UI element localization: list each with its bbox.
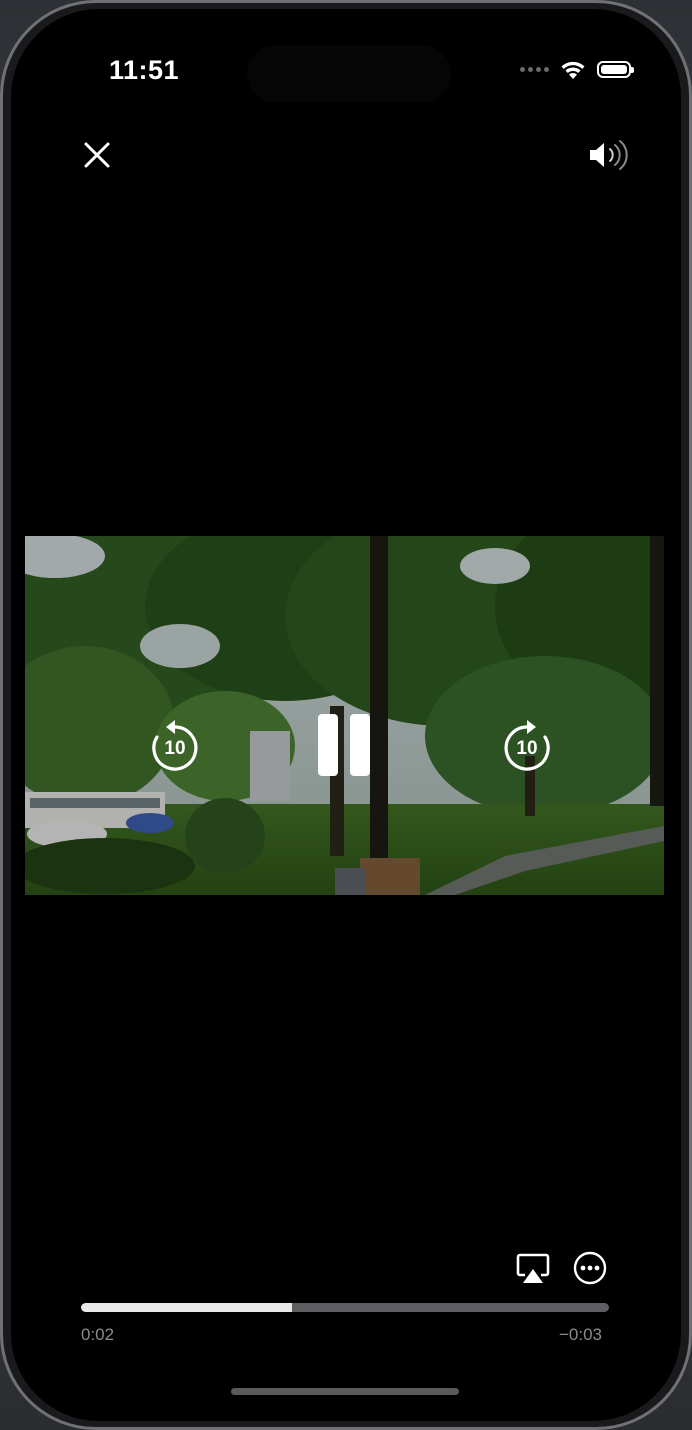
wifi-icon [561, 61, 585, 79]
more-options-icon [573, 1251, 607, 1285]
pause-button[interactable] [315, 712, 373, 778]
dynamic-island [247, 45, 451, 103]
playback-progress-bar[interactable] [81, 1303, 609, 1312]
speaker-volume-icon [590, 140, 628, 170]
battery-icon [597, 61, 634, 78]
status-bar-time: 11:51 [109, 55, 180, 85]
close-icon [84, 142, 110, 168]
volume-button[interactable] [583, 133, 635, 177]
video-player-screen: 11:51 10 10 0:02 −0:03 [11, 9, 681, 1421]
skip-back-button[interactable]: 10 [145, 718, 205, 778]
close-button[interactable] [75, 133, 119, 177]
home-indicator[interactable] [231, 1388, 459, 1395]
skip-forward-button[interactable]: 10 [497, 718, 557, 778]
pause-icon [318, 714, 370, 776]
skip-back-label: 10 [164, 738, 186, 759]
cellular-signal-icon [520, 67, 549, 72]
status-bar-icons [520, 59, 634, 80]
airplay-button[interactable] [513, 1249, 553, 1289]
remaining-time: −0:03 [558, 1325, 602, 1344]
elapsed-time: 0:02 [81, 1325, 115, 1344]
playback-progress-fill [81, 1303, 293, 1312]
more-options-button[interactable] [571, 1249, 609, 1287]
video-frame[interactable]: 10 10 [25, 536, 664, 895]
skip-forward-label: 10 [516, 738, 538, 759]
phone-frame: 11:51 10 10 0:02 −0:03 [0, 0, 692, 1430]
airplay-icon [516, 1253, 550, 1283]
